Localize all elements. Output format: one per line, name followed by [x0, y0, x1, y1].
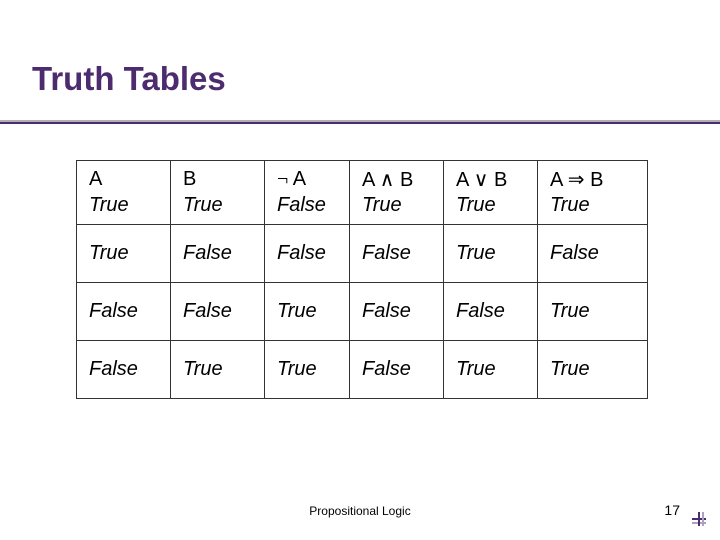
cell-and: True — [350, 193, 444, 225]
col-header-and: A ∧ B — [350, 161, 444, 193]
slide-title-area: Truth Tables — [0, 0, 720, 98]
cell-or: False — [444, 283, 538, 341]
cell-b: False — [171, 283, 265, 341]
cell-or: True — [444, 225, 538, 283]
slide-title: Truth Tables — [32, 60, 720, 98]
col-header-implies: A ⇒ B — [538, 161, 648, 193]
cell-imp: True — [538, 193, 648, 225]
cell-imp: True — [538, 283, 648, 341]
and-icon: ∧ — [380, 169, 395, 191]
cell-or: True — [444, 193, 538, 225]
cell-na: True — [265, 341, 350, 399]
table-row: True False False False True False — [77, 225, 648, 283]
slide: Truth Tables A B ¬ A A ∧ B A ∨ B A ⇒ B T… — [0, 0, 720, 540]
cell-and: False — [350, 225, 444, 283]
truth-table-wrap: A B ¬ A A ∧ B A ∨ B A ⇒ B True True Fals… — [76, 160, 648, 399]
col-header-a: A — [77, 161, 171, 193]
cell-a: False — [77, 341, 171, 399]
cell-b: True — [171, 341, 265, 399]
implies-icon: ⇒ — [568, 169, 585, 191]
cell-and: False — [350, 283, 444, 341]
cell-imp: True — [538, 341, 648, 399]
cell-na: False — [265, 193, 350, 225]
col-header-or: A ∨ B — [444, 161, 538, 193]
truth-table: A B ¬ A A ∧ B A ∨ B A ⇒ B True True Fals… — [76, 160, 648, 399]
cell-a: True — [77, 225, 171, 283]
page-number: 17 — [664, 502, 680, 518]
cell-imp: False — [538, 225, 648, 283]
cell-na: True — [265, 283, 350, 341]
not-icon: ¬ — [277, 168, 288, 190]
footer-caption: Propositional Logic — [0, 504, 720, 518]
corner-decoration-icon — [692, 512, 706, 526]
cell-or: True — [444, 341, 538, 399]
col-header-not-a: ¬ A — [265, 161, 350, 193]
cell-na: False — [265, 225, 350, 283]
cell-a: True — [77, 193, 171, 225]
or-icon: ∨ — [474, 169, 489, 191]
table-header-row: A B ¬ A A ∧ B A ∨ B A ⇒ B — [77, 161, 648, 193]
table-row: False True True False True True — [77, 341, 648, 399]
title-underline — [0, 120, 720, 122]
table-row: False False True False False True — [77, 283, 648, 341]
col-header-b: B — [171, 161, 265, 193]
cell-a: False — [77, 283, 171, 341]
cell-and: False — [350, 341, 444, 399]
cell-b: True — [171, 193, 265, 225]
cell-b: False — [171, 225, 265, 283]
table-row: True True False True True True — [77, 193, 648, 225]
